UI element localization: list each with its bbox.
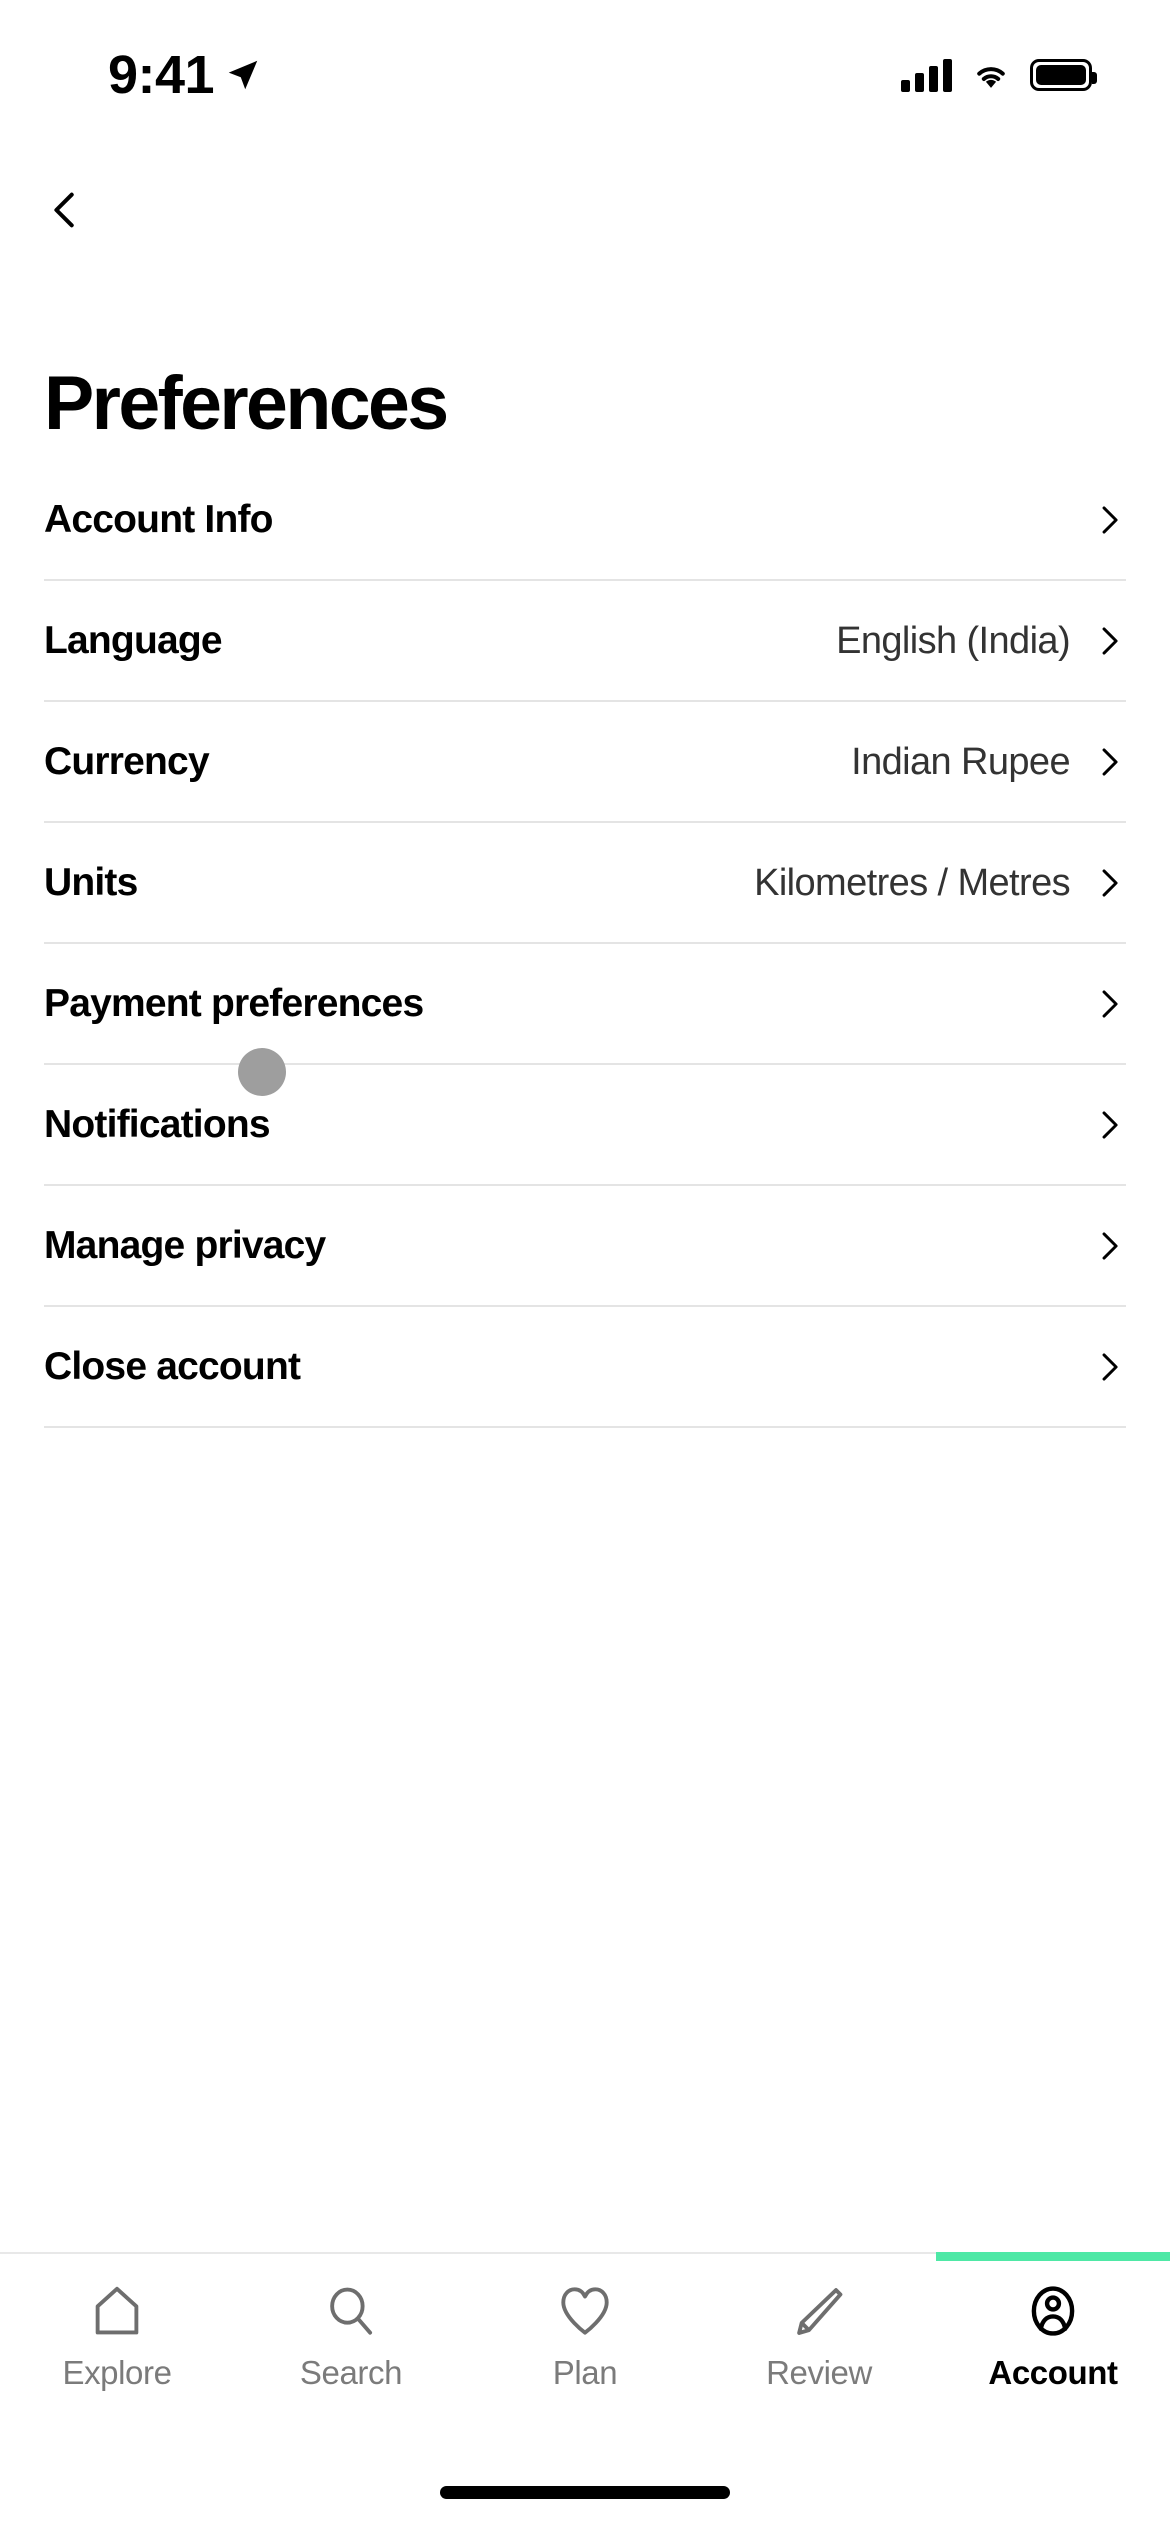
list-item-right: Indian Rupee — [851, 741, 1126, 783]
list-item-label: Close account — [44, 1345, 301, 1388]
chevron-left-icon — [54, 192, 74, 228]
back-button[interactable] — [42, 170, 122, 250]
tab-account[interactable]: Account — [936, 2252, 1170, 2452]
tab-review[interactable]: Review — [702, 2254, 936, 2452]
tab-plan[interactable]: Plan — [468, 2254, 702, 2452]
wifi-icon — [977, 67, 1005, 88]
chevron-right-icon — [1102, 505, 1118, 534]
list-item-label: Payment preferences — [44, 982, 424, 1025]
chevron-right-icon — [1102, 1110, 1118, 1139]
list-item-label: Units — [44, 861, 138, 904]
phone-screen: 9:41 Preferences Account Info Language E… — [0, 0, 1170, 2532]
status-bar: 9:41 — [0, 0, 1170, 150]
tab-label: Review — [766, 2354, 872, 2391]
tab-label: Search — [299, 2354, 403, 2391]
list-item-label: Manage privacy — [44, 1224, 326, 1267]
tab-active-indicator — [702, 2252, 936, 2261]
chevron-right-icon — [1102, 1352, 1118, 1381]
list-item-payment-preferences[interactable]: Payment preferences — [44, 944, 1126, 1065]
preferences-list: Account Info Language English (India) Cu… — [0, 460, 1170, 2252]
list-item-value: Indian Rupee — [851, 740, 1070, 783]
list-item-right: Kilometres / Metres — [754, 862, 1126, 904]
home-icon — [95, 2286, 139, 2335]
list-item-label: Account Info — [44, 498, 274, 541]
battery-full-icon — [1030, 59, 1097, 91]
list-item-units[interactable]: Units Kilometres / Metres — [44, 823, 1126, 944]
list-item-language[interactable]: Language English (India) — [44, 581, 1126, 702]
page-title: Preferences — [44, 361, 449, 446]
search-icon — [330, 2287, 373, 2335]
status-bar-time: 9:41 — [108, 45, 215, 105]
list-item-right: English (India) — [836, 620, 1126, 662]
home-indicator — [440, 2485, 730, 2499]
tab-active-indicator — [234, 2252, 468, 2261]
cellular-signal-icon — [901, 58, 952, 92]
chevron-right-icon — [1102, 868, 1118, 897]
navigation-bar — [0, 150, 1170, 270]
tab-explore[interactable]: Explore — [0, 2254, 234, 2452]
tab-label: Plan — [552, 2354, 618, 2391]
tab-active-indicator — [0, 2252, 234, 2261]
list-item-label: Notifications — [44, 1103, 271, 1146]
chevron-right-icon — [1102, 626, 1118, 655]
tab-active-indicator — [936, 2252, 1170, 2261]
list-item-label: Language — [44, 619, 223, 662]
bottom-tab-bar: Explore Search Plan Review Account — [0, 2252, 1170, 2452]
page-header: Preferences — [0, 270, 1170, 460]
tab-label: Account — [988, 2354, 1118, 2391]
chevron-right-icon — [1102, 989, 1118, 1018]
heart-icon — [561, 2287, 609, 2335]
status-bar-right — [901, 58, 1097, 92]
list-item-close-account[interactable]: Close account — [44, 1307, 1126, 1428]
list-item-notifications[interactable]: Notifications — [44, 1065, 1126, 1186]
list-item-right — [1070, 983, 1126, 1025]
location-arrow-icon — [228, 60, 258, 90]
home-indicator-area — [0, 2452, 1170, 2532]
tab-label: Explore — [62, 2354, 172, 2391]
list-item-right — [1070, 1346, 1126, 1388]
list-item-right — [1070, 499, 1126, 541]
list-item-account-info[interactable]: Account Info — [44, 460, 1126, 581]
pencil-icon — [797, 2288, 843, 2335]
list-item-value: English (India) — [836, 619, 1071, 662]
tab-search[interactable]: Search — [234, 2254, 468, 2452]
list-item-right — [1070, 1104, 1126, 1146]
chevron-right-icon — [1102, 747, 1118, 776]
list-item-manage-privacy[interactable]: Manage privacy — [44, 1186, 1126, 1307]
list-item-value: Kilometres / Metres — [754, 861, 1071, 904]
status-bar-left: 9:41 — [108, 48, 262, 102]
chevron-right-icon — [1102, 1231, 1118, 1260]
person-circle-icon — [1031, 2286, 1075, 2336]
list-item-right — [1070, 1225, 1126, 1267]
list-item-currency[interactable]: Currency Indian Rupee — [44, 702, 1126, 823]
tab-active-indicator — [468, 2252, 702, 2261]
list-item-label: Currency — [44, 740, 210, 783]
